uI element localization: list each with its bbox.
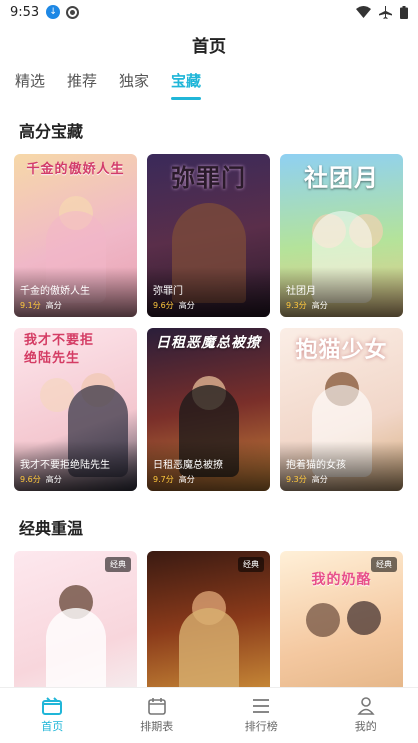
drama-card[interactable]: 弥罪门 弥罪门 9.6分 高分 [147,154,270,317]
card-title: 社团月 [286,286,316,297]
classic-badge: 经典 [371,557,397,572]
bottom-nav: 首页 排期表 排行榜 我的 [0,687,418,743]
nav-profile[interactable]: 我的 [314,688,418,743]
status-bar: 9:53 ↓ [0,0,418,24]
nav-ranking[interactable]: 排行榜 [209,688,314,743]
card-tag: 高分 [45,475,62,484]
wifi-icon [356,6,371,18]
card-tag: 高分 [311,475,328,484]
download-icon: ↓ [46,5,61,19]
card-score: 9.6分 [20,475,41,484]
card-tag: 高分 [178,475,195,484]
card-title: 日租恶魔总被撩 [153,460,223,471]
tab-featured[interactable]: 精选 [15,70,45,100]
section-title-high-score: 高分宝藏 [19,122,84,141]
card-score: 9.6分 [153,301,174,310]
battery-icon [400,5,408,19]
drama-card[interactable]: 千金的傲娇人生 千金的傲娇人生 9.1分 高分 [14,154,137,317]
ranking-icon [253,699,270,713]
tab-exclusive[interactable]: 独家 [119,70,149,100]
card-tag: 高分 [178,301,195,310]
airplane-icon [379,5,392,19]
nav-home[interactable]: 首页 [0,688,105,743]
drama-card[interactable]: 我才不要拒绝陆先生 我才不要拒绝陆先生 9.6分 高分 [14,328,137,491]
card-score: 9.1分 [20,301,41,310]
gear-icon [66,5,80,19]
tab-recommended[interactable]: 推荐 [67,70,97,100]
calendar-icon [147,698,166,715]
nav-schedule[interactable]: 排期表 [105,688,210,743]
high-score-grid: 千金的傲娇人生 千金的傲娇人生 9.1分 高分 弥罪门 弥罪门 9.6分 高分 社团… [14,154,403,491]
card-title: 抱着猫的女孩 [286,460,346,471]
category-tabs: 精选 推荐 独家 宝藏 [15,70,202,100]
page-title: 首页 [192,37,226,57]
card-tag: 高分 [311,301,328,310]
profile-icon [357,697,375,715]
card-title: 我才不要拒绝陆先生 [20,460,110,471]
home-icon [42,697,63,715]
card-title: 弥罪门 [153,286,183,297]
card-score: 9.3分 [286,301,307,310]
section-title-classics: 经典重温 [19,519,84,538]
card-score: 9.7分 [153,475,174,484]
card-tag: 高分 [45,301,62,310]
tab-treasure[interactable]: 宝藏 [171,70,202,100]
card-title: 千金的傲娇人生 [20,286,90,297]
classic-badge: 经典 [105,557,131,572]
drama-card[interactable]: 日租恶魔总被撩 日租恶魔总被撩 9.7分 高分 [147,328,270,491]
classic-badge: 经典 [238,557,264,572]
drama-card[interactable]: 社团月 社团月 9.3分 高分 [280,154,403,317]
status-time: 9:53 [10,4,40,20]
drama-card[interactable]: 抱猫少女 抱着猫的女孩 9.3分 高分 [280,328,403,491]
card-score: 9.3分 [286,475,307,484]
